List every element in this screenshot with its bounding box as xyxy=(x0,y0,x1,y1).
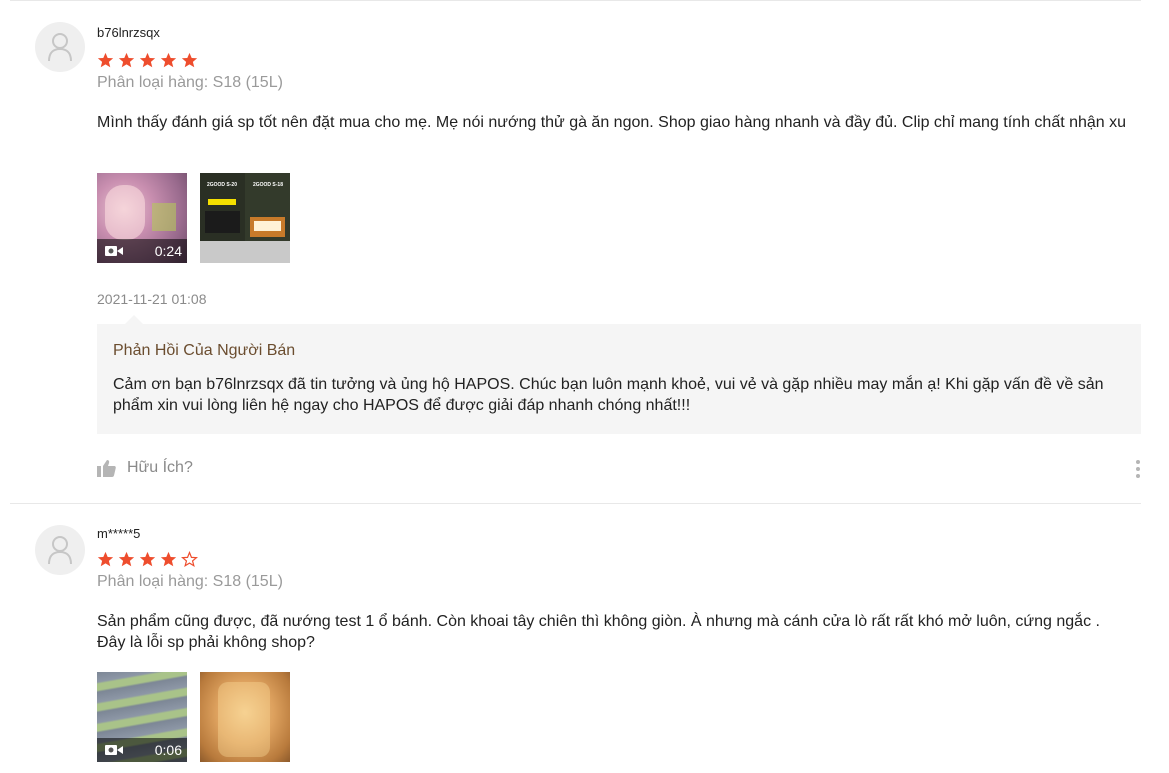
review-image[interactable]: 2GOOD S-20 2GOOD S-18 xyxy=(200,173,290,263)
video-duration: 0:24 xyxy=(154,243,182,259)
user-placeholder-icon xyxy=(48,536,72,565)
video-camera-icon xyxy=(105,745,123,755)
more-options-icon[interactable] xyxy=(1133,460,1143,478)
star-filled-icon xyxy=(139,551,156,567)
star-empty-icon xyxy=(181,551,198,567)
thumbs-up-icon xyxy=(97,459,116,477)
seller-reply-text: Cảm ơn bạn b76lnrzsqx đã tin tưởng và ủn… xyxy=(113,376,1104,414)
product-label-right: 2GOOD S-18 xyxy=(252,182,283,188)
video-duration: 0:06 xyxy=(154,742,182,758)
star-filled-icon xyxy=(139,52,156,68)
helpful-label: Hữu Ích? xyxy=(127,459,193,476)
star-filled-icon xyxy=(160,52,177,68)
video-camera-icon xyxy=(105,246,123,256)
avatar[interactable] xyxy=(35,525,85,575)
video-thumbnail[interactable]: 0:06 xyxy=(97,672,187,762)
star-filled-icon xyxy=(118,551,135,567)
star-filled-icon xyxy=(118,52,135,68)
helpful-button[interactable]: Hữu Ích? xyxy=(97,459,193,477)
review-media: 0:24 2GOOD S-20 2GOOD S-18 xyxy=(97,173,290,263)
seller-reply: Phản Hồi Của Người Bán Cảm ơn bạn b76lnr… xyxy=(97,315,1141,434)
video-thumbnail[interactable]: 0:24 xyxy=(97,173,187,263)
top-divider xyxy=(10,0,1141,1)
review-divider xyxy=(10,503,1141,504)
review-image[interactable] xyxy=(200,672,290,762)
product-variation: Phân loại hàng: S18 (15L) xyxy=(97,74,283,91)
review-comment: Sản phẩm cũng được, đã nướng test 1 ổ bá… xyxy=(97,613,1100,651)
reviewer-username[interactable]: m*****5 xyxy=(97,526,140,541)
review-timestamp: 2021-11-21 01:08 xyxy=(97,291,207,307)
video-duration-bar: 0:06 xyxy=(97,738,187,762)
review-media: 0:06 xyxy=(97,672,290,762)
star-rating xyxy=(97,551,198,568)
star-filled-icon xyxy=(97,551,114,567)
product-label-left: 2GOOD S-20 xyxy=(206,182,237,188)
seller-reply-title: Phản Hồi Của Người Bán xyxy=(113,342,296,359)
star-filled-icon xyxy=(181,52,198,68)
product-variation: Phân loại hàng: S18 (15L) xyxy=(97,573,283,590)
star-rating xyxy=(97,52,198,69)
review-comment: Mình thấy đánh giá sp tốt nên đặt mua ch… xyxy=(97,114,1127,131)
avatar[interactable] xyxy=(35,22,85,72)
star-filled-icon xyxy=(160,551,177,567)
video-duration-bar: 0:24 xyxy=(97,239,187,263)
star-filled-icon xyxy=(97,52,114,68)
reviewer-username[interactable]: b76lnrzsqx xyxy=(97,25,160,40)
user-placeholder-icon xyxy=(48,33,72,62)
